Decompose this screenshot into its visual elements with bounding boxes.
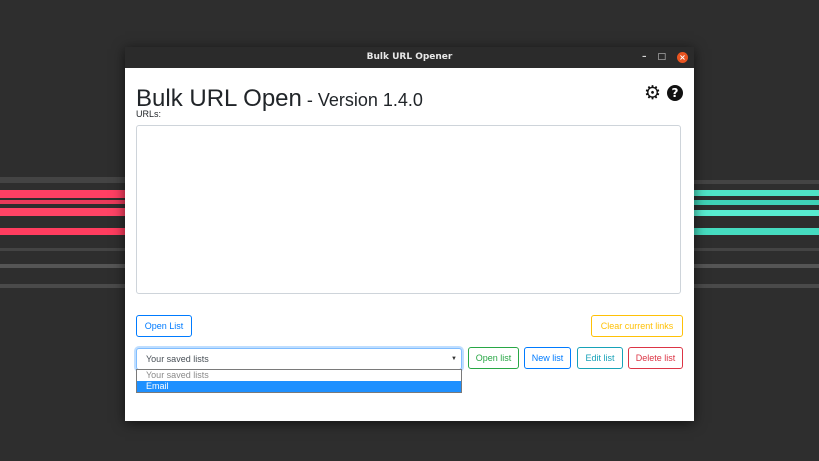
window-titlebar[interactable]: Bulk URL Opener – □ × — [125, 47, 694, 68]
wallpaper-stripe — [694, 284, 819, 288]
open-list-button[interactable]: Open List — [136, 315, 192, 337]
wallpaper-stripe — [694, 200, 819, 205]
wallpaper-stripe — [694, 210, 819, 216]
main-content: Bulk URL Open - Version 1.4.0 ⚙ ? URLs: … — [136, 68, 683, 421]
wallpaper-stripe — [694, 190, 819, 196]
saved-lists-select[interactable]: Your saved lists ▼ — [136, 348, 462, 370]
page-title: Bulk URL Open - Version 1.4.0 — [136, 77, 423, 114]
wallpaper-stripe — [694, 248, 819, 251]
delete-list-button[interactable]: Delete list — [628, 347, 683, 369]
clear-current-links-button[interactable]: Clear current links — [591, 315, 683, 337]
window-title: Bulk URL Opener — [366, 52, 453, 62]
new-list-button[interactable]: New list — [524, 347, 571, 369]
wallpaper-stripe — [694, 264, 819, 268]
maximize-icon[interactable]: □ — [657, 53, 666, 62]
close-icon[interactable]: × — [677, 52, 688, 63]
wallpaper-stripe — [0, 264, 126, 268]
wallpaper-stripe — [0, 228, 126, 235]
wallpaper-stripe — [0, 190, 126, 198]
dropdown-option-email[interactable]: Email — [137, 381, 461, 392]
app-name: Bulk URL Open — [136, 85, 302, 112]
header-icons: ⚙ ? — [644, 84, 683, 103]
window-controls: – □ × — [642, 47, 688, 68]
wallpaper-stripe — [0, 284, 126, 288]
saved-lists-selected-value: Your saved lists — [146, 354, 209, 364]
open-saved-list-button[interactable]: Open list — [468, 347, 519, 369]
edit-list-button[interactable]: Edit list — [577, 347, 623, 369]
saved-lists-dropdown: Your saved lists Email — [136, 369, 462, 393]
wallpaper-stripe — [0, 177, 126, 183]
wallpaper-stripe — [694, 180, 819, 184]
urls-label: URLs: — [136, 109, 162, 119]
minimize-icon[interactable]: – — [642, 53, 647, 62]
dropdown-option-placeholder: Your saved lists — [146, 370, 209, 380]
gear-icon[interactable]: ⚙ — [644, 84, 661, 103]
app-version: - Version 1.4.0 — [301, 90, 423, 110]
urls-textarea[interactable] — [136, 125, 681, 294]
help-icon[interactable]: ? — [667, 85, 683, 101]
wallpaper-stripe — [694, 228, 819, 235]
wallpaper-stripe — [0, 208, 126, 216]
wallpaper-stripe — [0, 200, 126, 204]
chevron-down-icon: ▼ — [451, 356, 457, 362]
app-window: Bulk URL Opener – □ × Bulk URL Open - Ve… — [125, 47, 694, 421]
wallpaper-stripe — [0, 248, 126, 251]
